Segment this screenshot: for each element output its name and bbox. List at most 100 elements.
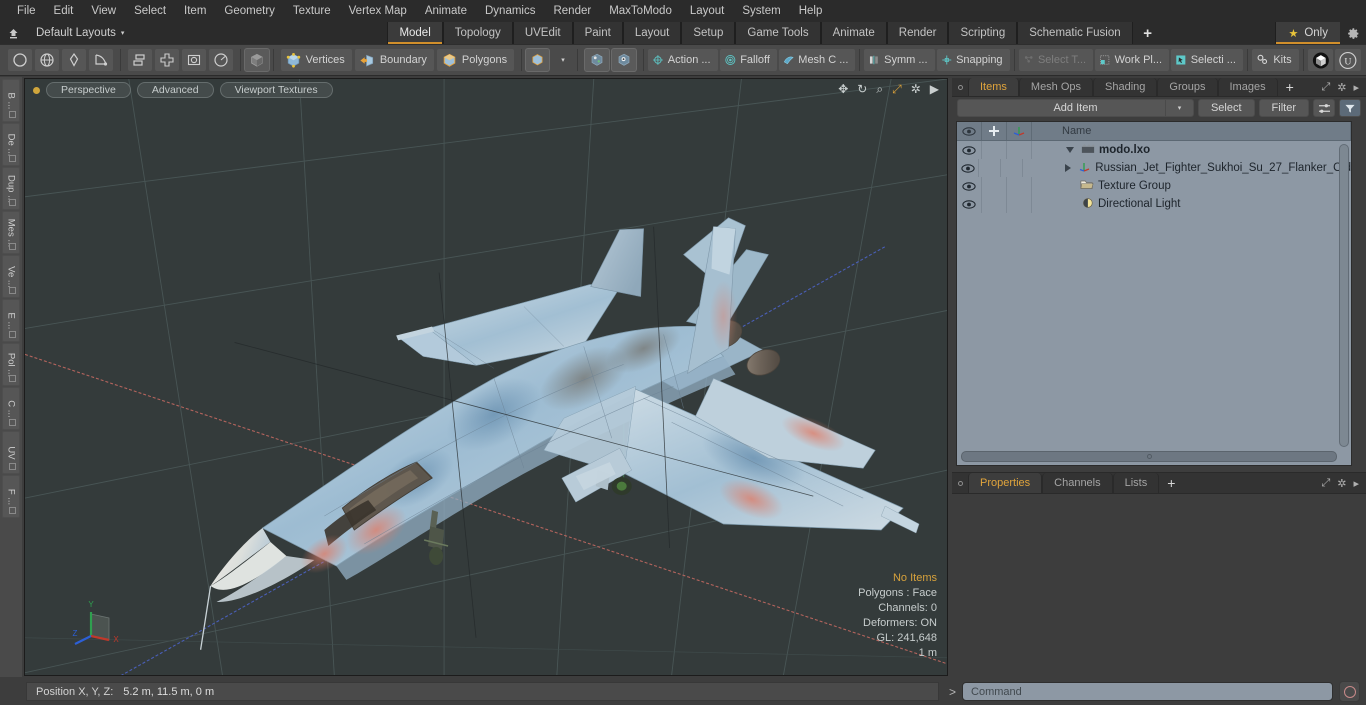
center-tool-icon[interactable] xyxy=(153,48,180,72)
tab-properties[interactable]: Properties xyxy=(968,473,1043,493)
command-input[interactable]: Command xyxy=(962,682,1333,701)
row-name-cell[interactable]: Texture Group xyxy=(1032,177,1351,195)
funnel-icon[interactable] xyxy=(1339,99,1361,117)
tab-groups[interactable]: Groups xyxy=(1157,78,1218,96)
list-options-icon[interactable] xyxy=(1313,99,1335,117)
tab-setup[interactable]: Setup xyxy=(681,22,736,44)
viewport-perspective-button[interactable]: Perspective xyxy=(46,82,131,98)
gear-icon[interactable]: ✲ xyxy=(1337,477,1346,490)
tab-uvedit[interactable]: UVEdit xyxy=(512,22,573,44)
symmetry-button[interactable]: Symm ... xyxy=(863,48,936,72)
add-item-button[interactable]: Add Item ▾ xyxy=(957,99,1194,117)
fit-icon[interactable]: ⤢ xyxy=(892,82,902,96)
left-tool-mesh[interactable]: Mes ... xyxy=(2,211,20,254)
panel-handle-dot[interactable] xyxy=(952,78,968,96)
filter-button[interactable]: Filter xyxy=(1258,99,1309,117)
boundary-mode-button[interactable]: Boundary xyxy=(353,48,435,72)
work-plane-button[interactable]: Work Pl... xyxy=(1094,48,1171,72)
viewport-textures-button[interactable]: Viewport Textures xyxy=(219,82,333,98)
left-tool-curve[interactable]: C ... xyxy=(2,387,20,430)
row-name-cell[interactable]: Russian_Jet_Fighter_Sukhoi_Su_27_Flanker… xyxy=(1023,159,1351,177)
falloff-button[interactable]: Falloff xyxy=(718,48,778,72)
row-visibility-toggle[interactable] xyxy=(957,141,982,159)
frame-tool-icon[interactable] xyxy=(180,48,207,72)
table-row[interactable]: Directional Light xyxy=(957,195,1351,213)
menu-item[interactable]: Item xyxy=(175,1,215,21)
viewport-advanced-button[interactable]: Advanced xyxy=(136,82,214,98)
row-lock-cell[interactable] xyxy=(979,159,1002,177)
row-transform-cell[interactable] xyxy=(1007,141,1032,159)
tab-topology[interactable]: Topology xyxy=(442,22,513,44)
pan-icon[interactable]: ✥ xyxy=(838,82,848,96)
globe-tool-icon[interactable] xyxy=(34,48,60,72)
rotate-icon[interactable]: ↻ xyxy=(857,82,867,96)
menu-edit[interactable]: Edit xyxy=(45,1,83,21)
left-tool-uv[interactable]: UV xyxy=(2,431,20,474)
item-list-vertical-scrollbar[interactable] xyxy=(1339,144,1349,447)
expand-icon[interactable]: ⤢ xyxy=(1321,477,1330,490)
left-tool-polygon[interactable]: Pol ... xyxy=(2,343,20,386)
only-toggle-button[interactable]: ★ Only xyxy=(1275,22,1340,44)
menu-system[interactable]: System xyxy=(733,1,789,21)
tab-shading[interactable]: Shading xyxy=(1093,78,1158,96)
expander-right-icon[interactable] xyxy=(1065,164,1072,172)
tab-model[interactable]: Model xyxy=(387,22,443,44)
viewport-3d[interactable]: Perspective Advanced Viewport Textures ✥… xyxy=(24,78,948,676)
zoom-icon[interactable]: ⌕ xyxy=(876,82,883,96)
table-row[interactable]: modo.lxo xyxy=(957,141,1351,159)
tab-animate[interactable]: Animate xyxy=(820,22,887,44)
align-tool-icon[interactable] xyxy=(126,48,153,72)
row-transform-cell[interactable] xyxy=(1007,195,1032,213)
left-tool-duplicate[interactable]: Dup ... xyxy=(2,167,20,210)
tab-layout[interactable]: Layout xyxy=(622,22,682,44)
left-tool-fusion[interactable]: F ... xyxy=(2,475,20,518)
tab-schematic-fusion[interactable]: Schematic Fusion xyxy=(1017,22,1133,44)
menu-animate[interactable]: Animate xyxy=(416,1,476,21)
unreal-logo-icon[interactable]: U xyxy=(1334,48,1363,72)
tab-render[interactable]: Render xyxy=(886,22,949,44)
menu-layout[interactable]: Layout xyxy=(681,1,734,21)
menu-render[interactable]: Render xyxy=(544,1,600,21)
arrow-icon[interactable]: ▸ xyxy=(1353,477,1359,490)
tab-scripting[interactable]: Scripting xyxy=(948,22,1018,44)
row-lock-cell[interactable] xyxy=(982,141,1007,159)
cube-shade-a-icon[interactable] xyxy=(583,48,610,72)
kits-button[interactable]: Kits xyxy=(1250,48,1300,72)
menu-geometry[interactable]: Geometry xyxy=(215,1,284,21)
tab-items[interactable]: Items xyxy=(968,78,1019,96)
mode-dropdown-caret[interactable]: ▾ xyxy=(550,48,574,72)
add-tab-button[interactable]: + xyxy=(1133,22,1163,44)
vertices-mode-button[interactable]: Vertices xyxy=(279,48,353,72)
left-tool-basic[interactable]: B ... xyxy=(2,79,20,122)
select-button[interactable]: Select xyxy=(1197,99,1255,117)
table-row[interactable]: Texture Group xyxy=(957,177,1351,195)
pen-tool-icon[interactable] xyxy=(61,48,87,72)
gear-icon[interactable] xyxy=(1340,22,1366,44)
record-icon[interactable] xyxy=(1339,681,1360,702)
tab-paint[interactable]: Paint xyxy=(572,22,623,44)
menu-view[interactable]: View xyxy=(82,1,125,21)
tab-game-tools[interactable]: Game Tools xyxy=(735,22,821,44)
selection-sets-button[interactable]: Selecti ... xyxy=(1170,48,1244,72)
row-transform-cell[interactable] xyxy=(1001,159,1024,177)
home-icon[interactable] xyxy=(0,22,26,44)
menu-select[interactable]: Select xyxy=(125,1,175,21)
tab-mesh-ops[interactable]: Mesh Ops xyxy=(1018,78,1094,96)
row-name-cell[interactable]: Directional Light xyxy=(1032,195,1351,213)
row-visibility-toggle[interactable] xyxy=(957,177,982,195)
expand-arrow-icon[interactable]: ▶ xyxy=(930,82,939,96)
row-visibility-toggle[interactable] xyxy=(957,159,980,177)
left-tool-edge[interactable]: E ... xyxy=(2,299,20,342)
select-through-button[interactable]: Select T... xyxy=(1017,48,1095,72)
default-layouts-dropdown[interactable]: Default Layouts ▾ xyxy=(26,22,134,44)
add-panel-tab-button[interactable]: + xyxy=(1278,78,1302,96)
row-transform-cell[interactable] xyxy=(1007,177,1032,195)
row-visibility-toggle[interactable] xyxy=(957,195,982,213)
row-name-cell[interactable]: modo.lxo xyxy=(1032,141,1351,159)
modo-logo-icon[interactable] xyxy=(1306,48,1335,72)
cube-shade-b-icon[interactable] xyxy=(610,48,637,72)
arrow-icon[interactable]: ▸ xyxy=(1353,81,1359,94)
action-center-button[interactable]: Action ... xyxy=(646,48,719,72)
left-tool-deform[interactable]: De ... xyxy=(2,123,20,166)
item-mode-button[interactable] xyxy=(243,48,270,72)
